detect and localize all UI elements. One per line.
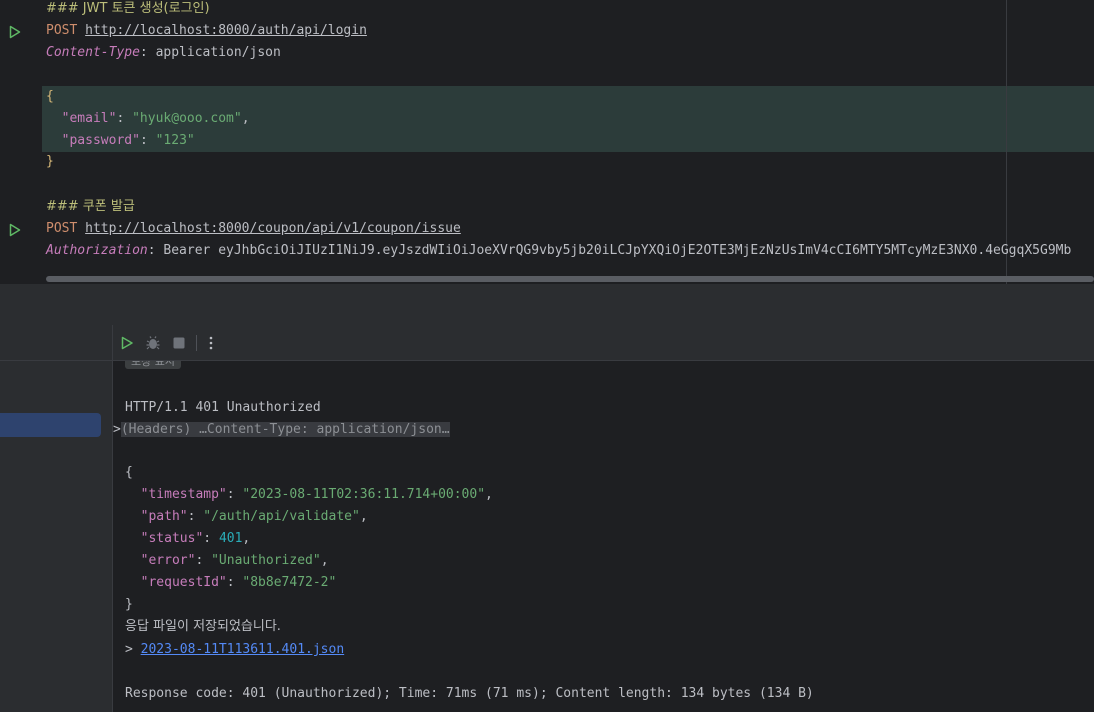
response-file-line: > 2023-08-11T113611.401.json bbox=[125, 639, 344, 661]
response-close-brace: } bbox=[125, 597, 133, 612]
stop-icon[interactable] bbox=[170, 334, 188, 352]
request-2-url[interactable]: http://localhost:8000/coupon/api/v1/coup… bbox=[85, 221, 461, 236]
run-icon[interactable] bbox=[118, 334, 136, 352]
status-key: "status" bbox=[140, 531, 204, 546]
request-1-url[interactable]: http://localhost:8000/auth/api/login bbox=[85, 23, 367, 38]
panel-splitter[interactable] bbox=[0, 284, 1094, 326]
response-requestid-line: "requestId": "8b8e7472-2" bbox=[140, 575, 337, 590]
timestamp-value: "2023-08-11T02:36:11.714+00:00" bbox=[242, 487, 486, 502]
request-1-header-name: Content-Type bbox=[46, 45, 140, 60]
password-value: "123" bbox=[155, 133, 195, 148]
error-value: "Unauthorized" bbox=[211, 553, 321, 568]
more-options-icon[interactable] bbox=[202, 334, 220, 352]
response-path-line: "path": "/auth/api/validate", bbox=[140, 509, 368, 524]
services-tree-panel bbox=[0, 325, 113, 712]
response-error-line: "error": "Unauthorized", bbox=[140, 553, 329, 568]
response-chip[interactable]: 보상 표시 bbox=[125, 361, 181, 369]
request-2-header-name: Authorization bbox=[46, 243, 148, 258]
request-2-header-value: Bearer eyJhbGciOiJIUzI1NiJ9.eyJszdWIiOiJ… bbox=[163, 243, 1072, 258]
response-toolbar bbox=[113, 325, 1094, 361]
editor-gutter bbox=[0, 0, 36, 284]
request-1-line: POST http://localhost:8000/auth/api/logi… bbox=[46, 20, 367, 42]
saved-message: 응답 파일이 저장되었습니다. bbox=[125, 619, 281, 634]
services-tree-header bbox=[0, 325, 112, 361]
header-separator: : bbox=[147, 243, 164, 258]
request-2-header: Authorization: Bearer eyJhbGciOiJIUzI1Ni… bbox=[46, 240, 1071, 262]
header-separator: : bbox=[139, 45, 156, 60]
password-key: "password" bbox=[61, 133, 140, 148]
debug-icon[interactable] bbox=[144, 334, 162, 352]
response-output[interactable]: 보상 표시 HTTP/1.1 401 Unauthorized >(Header… bbox=[113, 361, 1094, 712]
horizontal-scrollbar[interactable] bbox=[46, 276, 1094, 282]
json-email-line: "email": "hyuk@ooo.com", bbox=[61, 111, 250, 126]
status-value: 401 bbox=[218, 531, 243, 546]
response-summary: Response code: 401 (Unauthorized); Time:… bbox=[125, 686, 814, 701]
path-value: "/auth/api/validate" bbox=[203, 509, 360, 524]
request-1-header: Content-Type: application/json bbox=[46, 42, 281, 64]
response-status-line: HTTP/1.1 401 Unauthorized bbox=[125, 400, 321, 415]
request-2-comment: ### 쿠폰 발급 bbox=[46, 199, 135, 214]
email-value: "hyuk@ooo.com" bbox=[132, 111, 242, 126]
headers-fold[interactable]: (Headers) …Content-Type: application/jso… bbox=[120, 422, 450, 437]
http-request-editor[interactable]: ### JWT 토큰 생성(로그인) POST http://localhost… bbox=[0, 0, 1094, 284]
run-request-1-icon[interactable] bbox=[9, 25, 21, 39]
requestid-key: "requestId" bbox=[140, 575, 227, 590]
request-2-method: POST bbox=[46, 221, 78, 236]
request-1-header-value: application/json bbox=[155, 45, 281, 60]
request-1-comment: ### JWT 토큰 생성(로그인) bbox=[46, 1, 210, 16]
request-1-method: POST bbox=[46, 23, 78, 38]
response-timestamp-line: "timestamp": "2023-08-11T02:36:11.714+00… bbox=[140, 487, 493, 502]
json-open-brace: { bbox=[46, 89, 54, 104]
timestamp-key: "timestamp" bbox=[140, 487, 227, 502]
selected-tree-item[interactable] bbox=[0, 413, 101, 437]
run-request-2-icon[interactable] bbox=[9, 223, 21, 237]
json-password-line: "password": "123" bbox=[61, 133, 195, 148]
requestid-value: "8b8e7472-2" bbox=[242, 575, 337, 590]
path-key: "path" bbox=[140, 509, 188, 524]
email-key: "email" bbox=[61, 111, 117, 126]
toolbar-separator bbox=[196, 335, 197, 351]
request-2-line: POST http://localhost:8000/coupon/api/v1… bbox=[46, 218, 461, 240]
error-key: "error" bbox=[140, 553, 196, 568]
headers-fold-line[interactable]: >(Headers) …Content-Type: application/js… bbox=[113, 419, 450, 441]
response-open-brace: { bbox=[125, 465, 133, 480]
response-file-link[interactable]: 2023-08-11T113611.401.json bbox=[141, 642, 345, 657]
file-prefix: > bbox=[125, 642, 141, 657]
fold-arrow-icon[interactable]: > bbox=[113, 422, 121, 437]
response-status-field-line: "status": 401, bbox=[140, 531, 251, 546]
json-close-brace: } bbox=[46, 154, 54, 169]
